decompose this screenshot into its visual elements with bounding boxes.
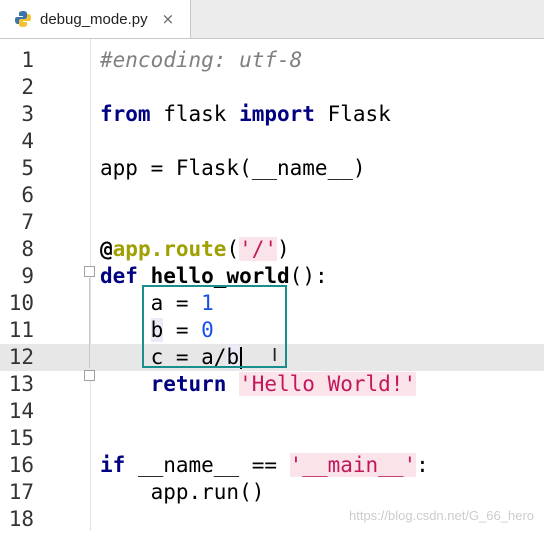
code-token: flask	[150, 102, 240, 126]
file-tab-label: debug_mode.py	[40, 10, 148, 28]
text-cursor-icon: I	[272, 345, 278, 366]
line-number: 4	[21, 129, 34, 153]
line-number: 3	[21, 102, 34, 126]
code-token: from	[100, 102, 151, 126]
code-token: 'Hello World!'	[239, 372, 417, 396]
code-token: app = Flask(__name__)	[100, 156, 366, 180]
line-number: 17	[8, 480, 34, 504]
code-token: import	[239, 102, 315, 126]
line-number: 6	[21, 183, 34, 207]
code-text[interactable]: @app.route('/')	[100, 236, 290, 263]
fold-end-icon[interactable]	[84, 370, 95, 381]
code-text[interactable]: return 'Hello World!'	[100, 371, 417, 398]
code-line[interactable]: 4	[0, 128, 544, 155]
code-token: def	[100, 264, 138, 288]
line-number: 9	[21, 264, 34, 288]
file-tab[interactable]: debug_mode.py ×	[0, 0, 191, 38]
line-number: 11	[8, 318, 34, 342]
code-text[interactable]: app.run()	[100, 479, 265, 506]
code-text[interactable]: app = Flask(__name__)	[100, 155, 366, 182]
code-line[interactable]: 15	[0, 425, 544, 452]
code-line[interactable]: 17 app.run()	[0, 479, 544, 506]
line-number: 14	[8, 399, 34, 423]
annotation-highlight-box	[142, 285, 287, 368]
close-tab-icon[interactable]: ×	[162, 10, 175, 28]
code-line[interactable]: 3 from flask import Flask	[0, 101, 544, 128]
fold-guide	[89, 278, 90, 368]
code-text[interactable]: from flask import Flask	[100, 101, 391, 128]
code-token: app.route	[112, 237, 227, 261]
line-number: 7	[21, 210, 34, 234]
code-token: :	[416, 453, 429, 477]
code-line[interactable]: 8 @app.route('/')	[0, 236, 544, 263]
code-token: __name__ ==	[125, 453, 290, 477]
code-token: @	[100, 237, 113, 261]
code-line[interactable]: 16 if __name__ == '__main__':	[0, 452, 544, 479]
code-token: return	[150, 372, 227, 396]
line-number: 15	[8, 426, 34, 450]
line-number: 10	[8, 291, 34, 315]
line-number: 5	[21, 156, 34, 180]
code-line[interactable]: 2	[0, 74, 544, 101]
code-line[interactable]: 13 return 'Hello World!'	[0, 371, 544, 398]
code-token: app.run()	[100, 480, 265, 504]
line-number: 1	[21, 48, 34, 72]
code-token: '__main__'	[289, 453, 417, 477]
line-number: 12	[8, 345, 34, 369]
code-token: Flask	[314, 102, 391, 126]
code-token: ():	[289, 264, 328, 288]
line-number: 16	[8, 453, 34, 477]
line-number: 8	[21, 237, 34, 261]
code-text[interactable]: if __name__ == '__main__':	[100, 452, 429, 479]
code-line[interactable]: 6	[0, 182, 544, 209]
code-text[interactable]: #encoding: utf-8	[100, 47, 302, 74]
line-number: 2	[21, 75, 34, 99]
line-number: 13	[8, 372, 34, 396]
line-number: 18	[8, 507, 34, 531]
python-file-icon	[15, 11, 31, 27]
code-token: '/'	[239, 237, 278, 261]
watermark: https://blog.csdn.net/G_66_hero	[348, 508, 534, 523]
code-token: if	[100, 453, 126, 477]
code-token: (	[226, 237, 240, 261]
code-line[interactable]: 5 app = Flask(__name__)	[0, 155, 544, 182]
code-token: )	[277, 237, 290, 261]
code-line[interactable]: 14	[0, 398, 544, 425]
editor-tab-bar: debug_mode.py ×	[0, 0, 544, 39]
code-token: #encoding: utf-8	[100, 48, 303, 72]
code-line[interactable]: 1 #encoding: utf-8	[0, 47, 544, 74]
code-line[interactable]: 7	[0, 209, 544, 236]
fold-start-icon[interactable]	[84, 266, 95, 277]
